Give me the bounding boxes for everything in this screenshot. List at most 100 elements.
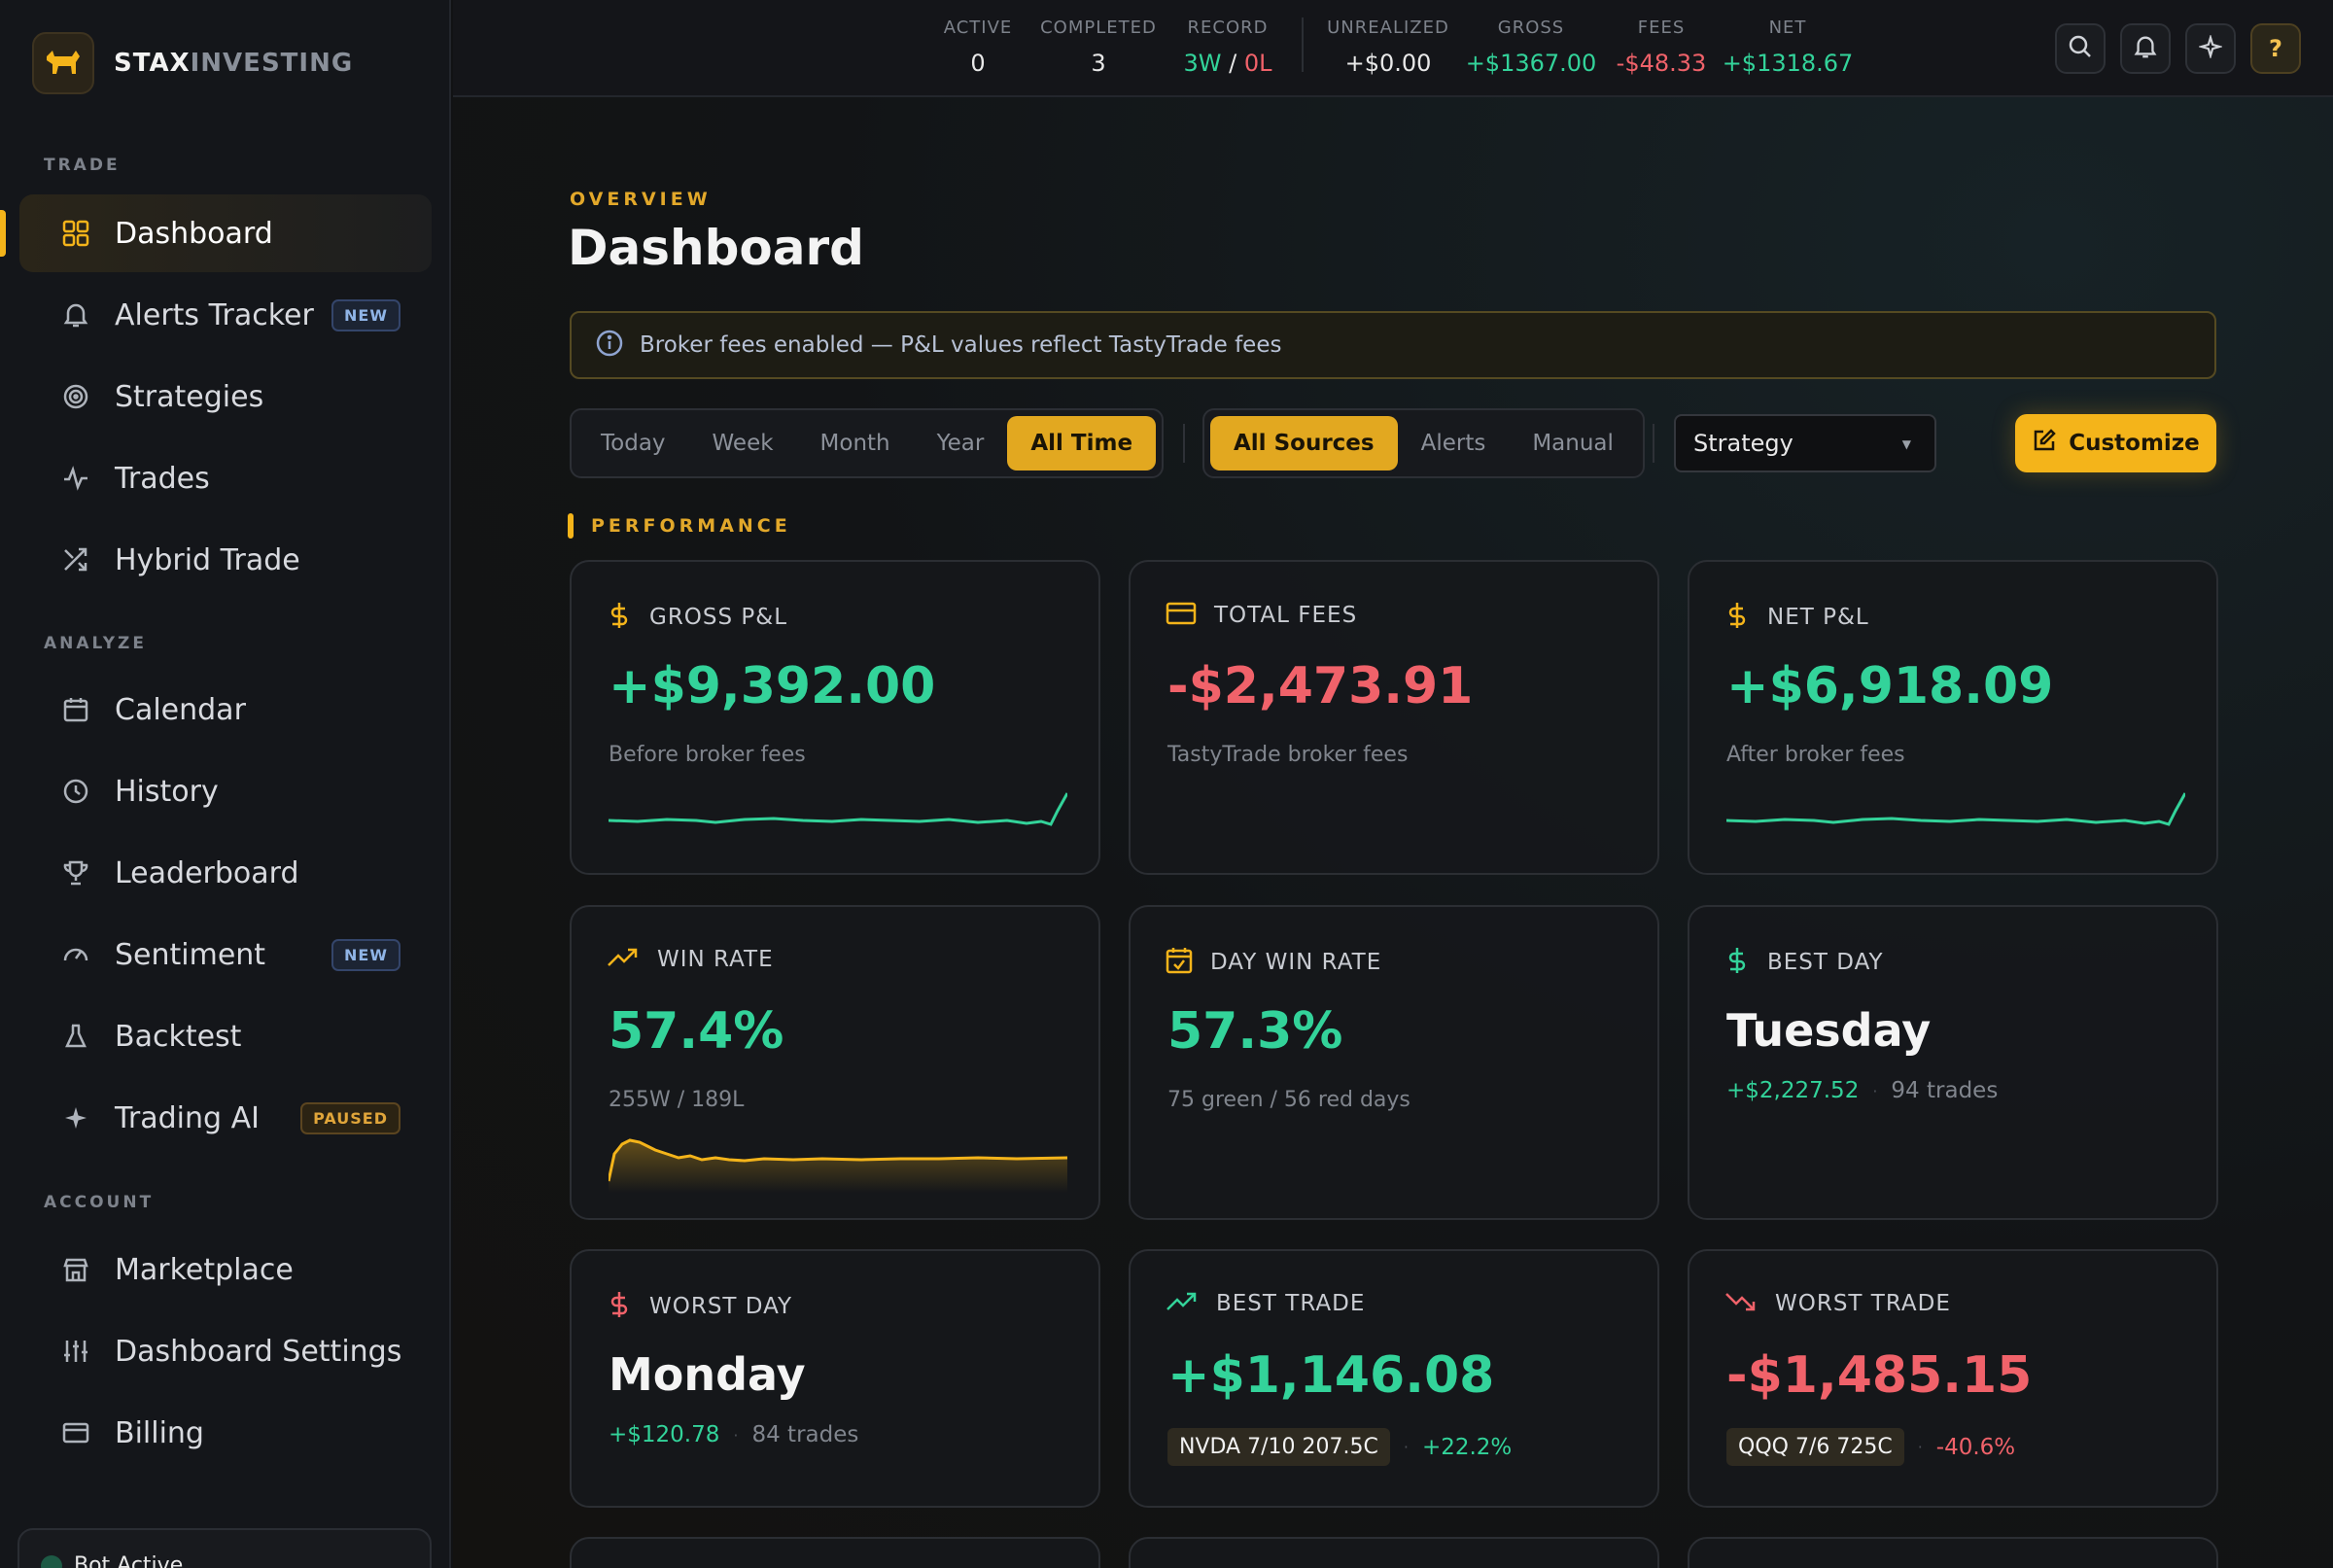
sidebar-item-leaderboard[interactable]: Leaderboard bbox=[19, 834, 432, 912]
source-filter: All Sources Alerts Manual bbox=[1202, 408, 1645, 478]
period-week[interactable]: Week bbox=[689, 416, 797, 470]
section-label-account: ACCOUNT bbox=[44, 1193, 155, 1212]
flask-icon bbox=[60, 1021, 91, 1052]
card-day-win-rate[interactable]: DAY WIN RATE 57.3% 75 green / 56 red day… bbox=[1129, 905, 1659, 1220]
source-manual[interactable]: Manual bbox=[1509, 416, 1637, 470]
contract-chip: QQQ 7/6 725C bbox=[1726, 1428, 1904, 1466]
period-year[interactable]: Year bbox=[914, 416, 1008, 470]
bot-status-card[interactable]: Bot Active bbox=[17, 1528, 432, 1568]
period-month[interactable]: Month bbox=[797, 416, 914, 470]
broker-fee-notice: Broker fees enabled — P&L values reflect… bbox=[570, 311, 2216, 379]
store-icon bbox=[60, 1254, 91, 1285]
sidebar-item-dashboard-settings[interactable]: Dashboard Settings bbox=[19, 1312, 432, 1390]
contract-chip: NVDA 7/10 207.5C bbox=[1167, 1428, 1390, 1466]
dollar-icon bbox=[1724, 601, 1750, 634]
search-button[interactable] bbox=[2055, 23, 2106, 74]
sidebar-item-alerts-tracker[interactable]: Alerts Tracker NEW bbox=[19, 276, 432, 354]
sidebar-item-label: Dashboard Settings bbox=[115, 1334, 402, 1369]
sidebar-item-label: Dashboard bbox=[115, 216, 273, 251]
trophy-icon bbox=[60, 857, 91, 889]
card-partial[interactable] bbox=[1688, 1537, 2218, 1568]
sidebar-item-label: Hybrid Trade bbox=[115, 542, 300, 577]
card-win-rate[interactable]: WIN RATE 57.4% 255W / 189L bbox=[570, 905, 1100, 1220]
sidebar-item-hybrid-trade[interactable]: Hybrid Trade bbox=[19, 521, 432, 599]
source-alerts[interactable]: Alerts bbox=[1398, 416, 1510, 470]
top-stats-bar: ACTIVE 0 COMPLETED 3 RECORD 3W / 0L UNRE… bbox=[453, 0, 2333, 97]
trending-up-icon bbox=[607, 946, 640, 973]
target-icon bbox=[60, 381, 91, 412]
card-best-day[interactable]: BEST DAY Tuesday +$2,227.52 · 94 trades bbox=[1688, 905, 2218, 1220]
credit-card-icon bbox=[1166, 601, 1197, 630]
activity-icon bbox=[60, 463, 91, 494]
ai-button[interactable] bbox=[2185, 23, 2236, 74]
card-worst-day[interactable]: WORST DAY Monday +$120.78 · 84 trades bbox=[570, 1249, 1100, 1508]
bell-icon bbox=[2133, 34, 2158, 63]
period-today[interactable]: Today bbox=[577, 416, 689, 470]
divider bbox=[1653, 424, 1654, 463]
sidebar-item-label: Sentiment bbox=[115, 937, 266, 972]
card-worst-trade[interactable]: WORST TRADE -$1,485.15 QQQ 7/6 725C · -40.… bbox=[1688, 1249, 2218, 1508]
search-icon bbox=[2068, 34, 2093, 63]
sidebar-item-marketplace[interactable]: Marketplace bbox=[19, 1231, 432, 1308]
sidebar-item-backtest[interactable]: Backtest bbox=[19, 997, 432, 1075]
sidebar-item-label: Strategies bbox=[115, 379, 264, 414]
calendar-check-icon bbox=[1166, 946, 1193, 979]
strategy-select[interactable]: Strategy ▼ bbox=[1674, 414, 1936, 472]
new-badge: NEW bbox=[331, 298, 400, 331]
sidebar-item-trading-ai[interactable]: Trading AI PAUSED bbox=[19, 1079, 432, 1157]
dollar-icon bbox=[607, 601, 632, 634]
notifications-button[interactable] bbox=[2120, 23, 2171, 74]
sparkline bbox=[1726, 792, 2185, 826]
stat-record: RECORD 3W / 0L bbox=[1183, 17, 1272, 77]
card-total-fees[interactable]: TOTAL FEES -$2,473.91 TastyTrade broker … bbox=[1129, 560, 1659, 875]
sidebar-item-label: Leaderboard bbox=[115, 855, 299, 890]
stat-gross: GROSS +$1367.00 bbox=[1465, 17, 1597, 77]
customize-button[interactable]: Customize bbox=[2015, 414, 2216, 472]
card-gross-pnl[interactable]: GROSS P&L +$9,392.00 Before broker fees bbox=[570, 560, 1100, 875]
brand[interactable]: STAXINVESTING bbox=[32, 32, 353, 94]
page-eyebrow: OVERVIEW bbox=[570, 189, 712, 210]
sidebar-item-billing[interactable]: Billing bbox=[19, 1394, 432, 1472]
section-accent-bar bbox=[568, 513, 574, 539]
sidebar: STAXINVESTING TRADE Dashboard Alerts Tra… bbox=[0, 0, 451, 1568]
edit-icon bbox=[2032, 428, 2057, 459]
dollar-icon bbox=[1724, 946, 1750, 979]
help-button[interactable]: ? bbox=[2250, 23, 2301, 74]
card-net-pnl[interactable]: NET P&L +$6,918.09 After broker fees bbox=[1688, 560, 2218, 875]
sidebar-item-sentiment[interactable]: Sentiment NEW bbox=[19, 916, 432, 993]
source-all[interactable]: All Sources bbox=[1210, 416, 1398, 470]
info-icon bbox=[595, 329, 624, 362]
sliders-icon bbox=[60, 1336, 91, 1367]
sidebar-item-dashboard[interactable]: Dashboard bbox=[0, 194, 432, 272]
sidebar-item-history[interactable]: History bbox=[19, 752, 432, 830]
sidebar-item-trades[interactable]: Trades bbox=[19, 439, 432, 517]
card-best-trade[interactable]: BEST TRADE +$1,146.08 NVDA 7/10 207.5C · +… bbox=[1129, 1249, 1659, 1508]
status-dot-icon bbox=[41, 1555, 62, 1568]
chevron-down-icon: ▼ bbox=[1901, 437, 1911, 451]
section-label-performance: PERFORMANCE bbox=[591, 515, 791, 537]
gauge-icon bbox=[60, 939, 91, 970]
sidebar-item-label: Marketplace bbox=[115, 1252, 294, 1287]
period-filter: Today Week Month Year All Time bbox=[570, 408, 1165, 478]
sparkle-icon bbox=[2197, 33, 2224, 62]
card-partial[interactable] bbox=[1129, 1537, 1659, 1568]
trending-up-icon bbox=[1166, 1290, 1199, 1317]
sidebar-item-label: Billing bbox=[115, 1415, 204, 1450]
card-partial[interactable] bbox=[570, 1537, 1100, 1568]
divider bbox=[1302, 17, 1304, 72]
stat-net: NET +$1318.67 bbox=[1722, 17, 1854, 77]
sidebar-item-strategies[interactable]: Strategies bbox=[19, 358, 432, 436]
sidebar-item-label: Calendar bbox=[115, 692, 246, 727]
section-label-trade: TRADE bbox=[44, 156, 121, 175]
sidebar-item-calendar[interactable]: Calendar bbox=[19, 671, 432, 749]
period-all-time[interactable]: All Time bbox=[1007, 416, 1157, 470]
divider bbox=[1183, 424, 1185, 463]
brand-name: STAXINVESTING bbox=[114, 49, 354, 78]
trending-down-icon bbox=[1724, 1290, 1758, 1317]
stat-unrealized: UNREALIZED +$0.00 bbox=[1327, 17, 1449, 77]
active-indicator bbox=[0, 210, 6, 257]
paused-badge: PAUSED bbox=[300, 1101, 400, 1134]
sparkline bbox=[609, 792, 1067, 826]
clock-icon bbox=[60, 776, 91, 807]
bull-logo-icon bbox=[32, 32, 94, 94]
